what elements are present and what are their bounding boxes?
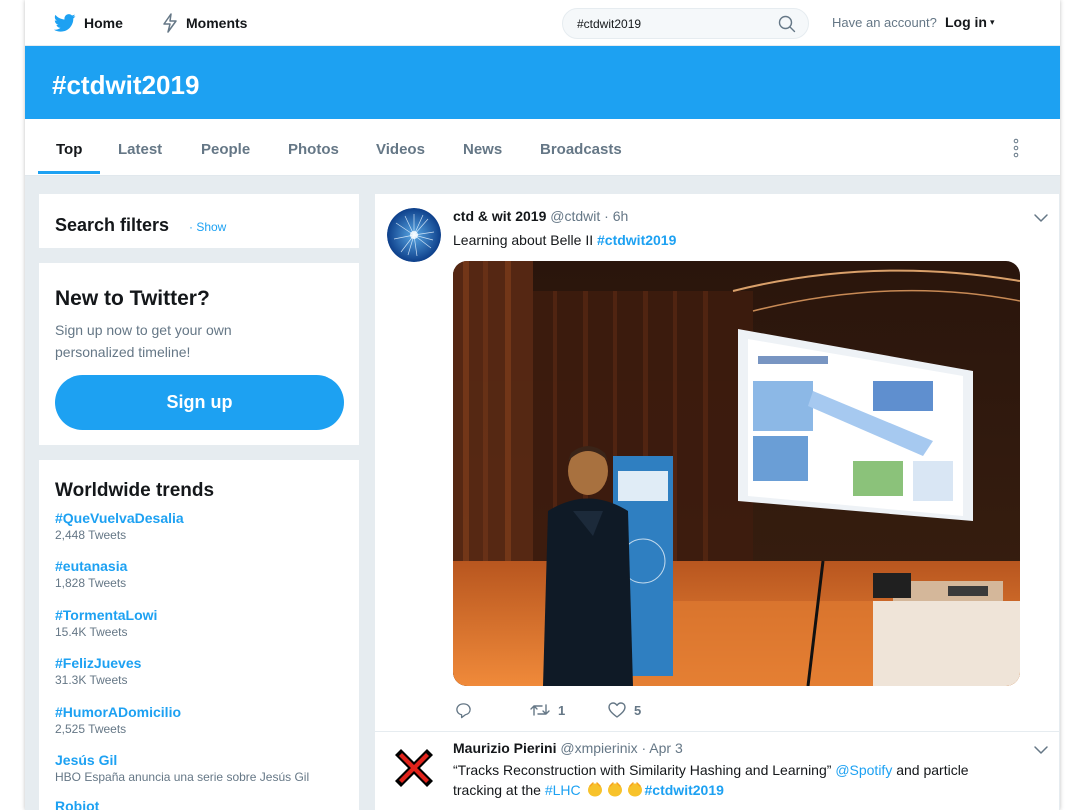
reply-action[interactable]	[455, 702, 480, 719]
particle-burst-avatar	[387, 208, 441, 262]
hashtag-link[interactable]: #ctdwit2019	[597, 232, 676, 248]
signup-description: Sign up now to get your own personalized…	[55, 322, 232, 360]
tweet-text: Learning about Belle II #ctdwit2019	[453, 230, 1013, 250]
search-box	[562, 8, 809, 39]
author-handle[interactable]: @ctdwit	[550, 208, 600, 224]
tweet-header: ctd & wit 2019 @ctdwit · 6h	[453, 208, 628, 224]
retweet-count: 1	[558, 702, 566, 718]
worldwide-trends-card: Worldwide trends #QueVuelvaDesalia 2,448…	[38, 459, 360, 810]
author-handle[interactable]: @xmpierinix	[560, 740, 637, 756]
trend-name[interactable]: #TormentaLowi	[55, 607, 355, 623]
trend-item[interactable]: #QueVuelvaDesalia 2,448 Tweets	[55, 510, 355, 542]
tab-people[interactable]: People	[201, 141, 250, 158]
red-x-icon	[387, 741, 441, 795]
tweet-timestamp[interactable]: 6h	[613, 208, 629, 224]
search-filters-show-link[interactable]: · Show	[189, 220, 226, 234]
conference-talk-photo	[453, 261, 1020, 686]
login-button[interactable]: Log in ▾	[945, 14, 995, 30]
active-tab-indicator	[38, 171, 100, 174]
clapping-hands-emoji	[587, 782, 602, 797]
tweet[interactable]: ctd & wit 2019 @ctdwit · 6h Learning abo…	[375, 194, 1060, 732]
caret-down-icon: ▾	[990, 16, 995, 27]
search-filters-title: Search filters	[55, 215, 170, 235]
tweet-text: “Tracks Reconstruction with Similarity H…	[453, 760, 993, 800]
nav-home-label: Home	[84, 15, 123, 31]
trend-item[interactable]: Robiot	[55, 798, 355, 810]
tab-latest[interactable]: Latest	[118, 141, 162, 158]
nav-moments-label: Moments	[186, 15, 248, 31]
vertical-dots-icon[interactable]	[1013, 138, 1019, 158]
tab-top[interactable]: Top	[56, 141, 82, 158]
trend-meta: HBO España anuncia una serie sobre Jesús…	[55, 770, 310, 784]
clapping-hands-emoji	[627, 782, 642, 797]
page-title: #ctdwit2019	[52, 70, 200, 100]
trend-item[interactable]: #HumorADomicilio 2,525 Tweets	[55, 704, 355, 736]
trend-meta: 2,448 Tweets	[55, 528, 127, 542]
author-name[interactable]: Maurizio Pierini	[453, 740, 556, 756]
clapping-hands-emoji	[607, 782, 622, 797]
tab-videos[interactable]: Videos	[376, 141, 425, 158]
trends-title: Worldwide trends	[55, 480, 215, 501]
tweet-header: Maurizio Pierini @xmpierinix · Apr 3	[453, 740, 683, 756]
retweet-action[interactable]: 1	[530, 702, 565, 718]
avatar[interactable]	[387, 741, 441, 795]
account-prompt: Have an account?	[832, 15, 937, 30]
like-count: 5	[634, 702, 642, 718]
retweet-icon	[530, 704, 550, 716]
mention-link[interactable]: @Spotify	[835, 762, 892, 778]
tab-broadcasts[interactable]: Broadcasts	[540, 141, 622, 158]
trend-item[interactable]: Jesús Gil HBO España anuncia una serie s…	[55, 752, 355, 784]
heart-icon	[608, 702, 626, 718]
nav-home[interactable]: Home	[54, 13, 123, 33]
hashtag-link[interactable]: #ctdwit2019	[645, 782, 724, 798]
avatar[interactable]	[387, 208, 441, 262]
hashtag-link[interactable]: #LHC	[545, 782, 581, 798]
trend-meta: 31.3K Tweets	[55, 673, 128, 687]
trend-name[interactable]: #FelizJueves	[55, 655, 355, 671]
trend-meta: 2,525 Tweets	[55, 722, 127, 736]
tweet[interactable]: Maurizio Pierini @xmpierinix · Apr 3 “Tr…	[375, 732, 1060, 810]
tweet-text-body: Learning about Belle II	[453, 232, 597, 248]
tweet-photo[interactable]	[453, 261, 1020, 686]
author-name[interactable]: ctd & wit 2019	[453, 208, 546, 224]
separator: ·	[604, 208, 609, 224]
trend-name[interactable]: Robiot	[55, 798, 355, 810]
lightning-icon	[163, 13, 177, 33]
trend-meta: 1,828 Tweets	[55, 576, 127, 590]
signup-card: New to Twitter? Sign up now to get your …	[38, 262, 360, 446]
trend-item[interactable]: #eutanasia 1,828 Tweets	[55, 558, 355, 590]
reply-icon	[456, 703, 471, 719]
trend-name[interactable]: #QueVuelvaDesalia	[55, 510, 355, 526]
nav-moments[interactable]: Moments	[162, 13, 247, 33]
like-action[interactable]: 5	[608, 702, 641, 718]
search-tabs: Top Latest People Photos Videos News Bro…	[25, 119, 1060, 176]
tweet-timestamp[interactable]: Apr 3	[649, 740, 682, 756]
tweet-text-body: “Tracks Reconstruction with Similarity H…	[453, 762, 836, 778]
search-input[interactable]	[577, 15, 772, 33]
signup-title: New to Twitter?	[55, 287, 210, 310]
trend-item[interactable]: #TormentaLowi 15.4K Tweets	[55, 607, 355, 639]
search-filters-card: Search filters · Show	[38, 193, 360, 249]
tab-photos[interactable]: Photos	[288, 141, 339, 158]
trend-name[interactable]: Jesús Gil	[55, 752, 355, 768]
top-navigation: Home Moments Have an account? Log in ▾	[25, 0, 1060, 46]
trend-name[interactable]: #eutanasia	[55, 558, 355, 574]
trend-name[interactable]: #HumorADomicilio	[55, 704, 355, 720]
twitter-window: Home Moments Have an account? Log in ▾ #…	[25, 0, 1060, 810]
chevron-down-icon[interactable]	[1033, 210, 1049, 226]
twitter-bird-icon	[54, 14, 76, 32]
trend-item[interactable]: #FelizJueves 31.3K Tweets	[55, 655, 355, 687]
timeline: ctd & wit 2019 @ctdwit · 6h Learning abo…	[374, 193, 1060, 810]
chevron-down-icon[interactable]	[1033, 742, 1049, 758]
separator: ·	[641, 740, 647, 756]
login-label: Log in	[945, 14, 987, 30]
trend-meta: 15.4K Tweets	[55, 625, 128, 639]
tab-news[interactable]: News	[463, 141, 502, 158]
search-icon[interactable]	[778, 15, 796, 33]
hashtag-banner: #ctdwit2019	[25, 46, 1060, 119]
signup-button[interactable]: Sign up	[55, 375, 344, 430]
